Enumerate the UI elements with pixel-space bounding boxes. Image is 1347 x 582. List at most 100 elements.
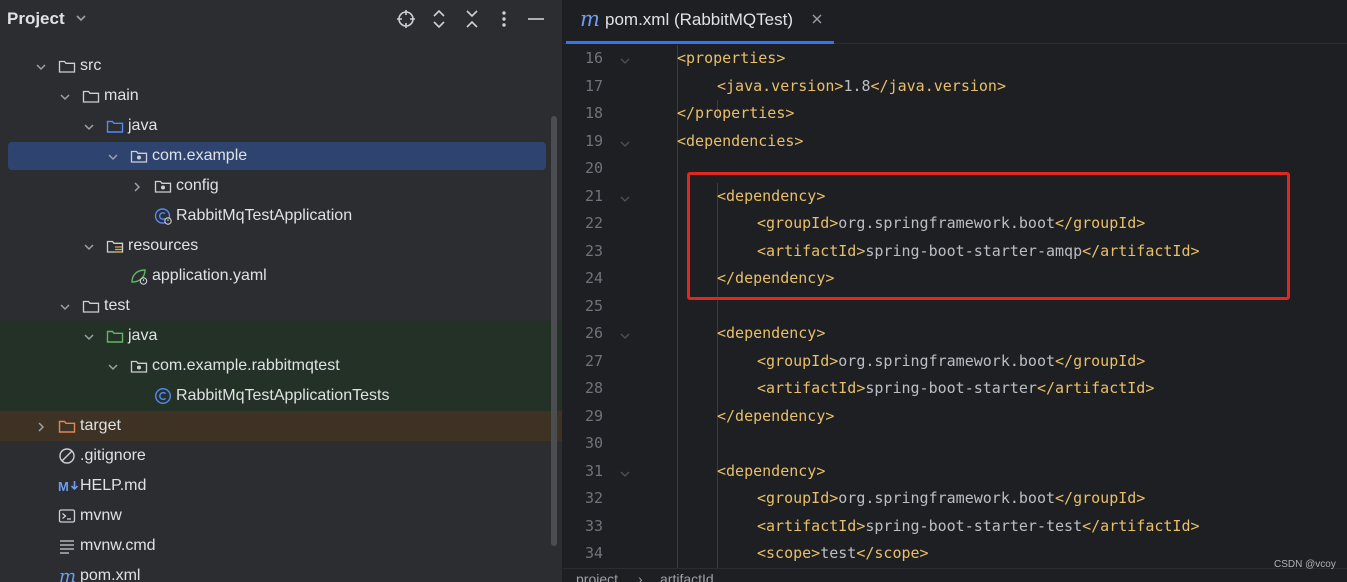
tree-item-mvnw-cmd[interactable]: mvnw.cmd bbox=[0, 531, 562, 561]
xml-tag: <artifactId> bbox=[757, 379, 866, 397]
code-line[interactable]: 33 <artifactId>spring-boot-starter-test</… bbox=[563, 513, 1347, 540]
code-line[interactable]: 34 <scope>test</scope> bbox=[563, 540, 1347, 567]
chevron-down-icon[interactable] bbox=[83, 120, 95, 132]
excluded-folder-icon bbox=[58, 417, 76, 435]
xml-tag: <scope> bbox=[757, 544, 821, 562]
svg-text:M: M bbox=[58, 479, 69, 494]
tree-item-rabbitmqtestapplicationtests[interactable]: RabbitMqTestApplicationTests bbox=[0, 381, 562, 411]
tree-item-com-example-rabbitmqtest[interactable]: com.example.rabbitmqtest bbox=[0, 351, 562, 381]
code-line[interactable]: 17 <java.version>1.8</java.version> bbox=[563, 73, 1347, 100]
collapse-all-icon[interactable] bbox=[461, 8, 483, 30]
tree-scrollbar[interactable] bbox=[551, 116, 557, 546]
code-line[interactable]: 19 <dependencies> bbox=[563, 128, 1347, 155]
project-title[interactable]: Project bbox=[7, 9, 65, 29]
code-text: <dependencies> bbox=[677, 132, 803, 150]
chevron-down-icon[interactable] bbox=[35, 60, 47, 72]
breadcrumb-item-artifactid[interactable]: artifactId bbox=[660, 571, 714, 582]
line-number: 34 bbox=[584, 544, 603, 562]
package-icon bbox=[154, 177, 172, 195]
code-line[interactable]: 18 </properties> bbox=[563, 100, 1347, 127]
xml-tag: </groupId> bbox=[1055, 489, 1146, 507]
code-text: <properties> bbox=[677, 49, 785, 67]
project-header: Project bbox=[0, 0, 562, 40]
tree-item-resources[interactable]: resources bbox=[0, 231, 562, 261]
fold-marker-icon[interactable] bbox=[620, 53, 630, 64]
xml-tag: <properties> bbox=[677, 49, 786, 67]
tree-item-main[interactable]: main bbox=[0, 81, 562, 111]
chevron-down-icon[interactable] bbox=[75, 12, 87, 24]
xml-tag: <java.version> bbox=[717, 76, 844, 95]
target-icon[interactable] bbox=[395, 8, 417, 30]
chevron-down-icon[interactable] bbox=[83, 330, 95, 342]
tab-pom-xml[interactable]: m pom.xml (RabbitMQTest) bbox=[566, 0, 834, 44]
code-text: <artifactId>spring-boot-starter</artifac… bbox=[757, 379, 1154, 397]
xml-tag: </dependency> bbox=[717, 406, 835, 425]
xml-tag: </groupId> bbox=[1055, 351, 1146, 370]
fold-marker-icon[interactable] bbox=[620, 136, 630, 147]
chevron-down-icon[interactable] bbox=[107, 150, 119, 162]
chevron-right-icon[interactable] bbox=[35, 420, 47, 432]
fold-marker-icon[interactable] bbox=[620, 191, 630, 202]
tree-item-config[interactable]: config bbox=[0, 171, 562, 201]
line-number: 18 bbox=[584, 104, 603, 122]
tree-item-java[interactable]: java bbox=[0, 111, 562, 141]
tree-item-label: java bbox=[128, 117, 158, 134]
xml-tag: </properties> bbox=[677, 104, 795, 122]
fold-marker-icon[interactable] bbox=[620, 328, 630, 339]
package-icon bbox=[130, 357, 148, 375]
tree-item-application-yaml[interactable]: application.yaml bbox=[0, 261, 562, 291]
code-line[interactable]: 28 <artifactId>spring-boot-starter</artif… bbox=[563, 375, 1347, 402]
tree-item-label: mvnw bbox=[80, 507, 122, 524]
chevron-right-icon[interactable] bbox=[131, 180, 143, 192]
xml-tag: </java.version> bbox=[870, 76, 1006, 95]
line-number: 21 bbox=[584, 186, 603, 205]
tree-item-src[interactable]: src bbox=[0, 51, 562, 81]
line-number: 28 bbox=[584, 379, 603, 397]
chevron-down-icon[interactable] bbox=[83, 240, 95, 252]
tree-item-com-example[interactable]: com.example bbox=[0, 141, 562, 171]
chevron-down-icon[interactable] bbox=[59, 90, 71, 102]
tree-item-java[interactable]: java bbox=[0, 321, 562, 351]
class-icon bbox=[154, 387, 172, 405]
line-number: 22 bbox=[584, 214, 603, 232]
line-number: 26 bbox=[584, 324, 603, 342]
minimize-icon[interactable] bbox=[525, 8, 547, 30]
tree-item-label: java bbox=[128, 327, 158, 344]
maven-icon: m bbox=[58, 566, 76, 582]
code-line[interactable]: 16 <properties> bbox=[563, 45, 1347, 72]
code-line[interactable]: 26 <dependency> bbox=[563, 320, 1347, 347]
tree-item-rabbitmqtestapplication[interactable]: RabbitMqTestApplication bbox=[0, 201, 562, 231]
code-line[interactable]: 31 <dependency> bbox=[563, 458, 1347, 485]
terminal-icon bbox=[58, 507, 76, 525]
tree-item-pom-xml[interactable]: m pom.xml bbox=[0, 561, 562, 582]
more-options-icon[interactable] bbox=[493, 8, 515, 30]
code-line[interactable]: 30 bbox=[563, 430, 1347, 457]
breadcrumb-item-project[interactable]: project bbox=[576, 571, 618, 582]
code-text: <dependency> bbox=[717, 324, 825, 342]
code-text: <java.version>1.8</java.version> bbox=[717, 77, 1006, 95]
code-line[interactable]: 32 <groupId>org.springframework.boot</gro… bbox=[563, 485, 1347, 512]
spring-boot-class-icon bbox=[154, 207, 172, 225]
code-line[interactable]: 27 <groupId>org.springframework.boot</gro… bbox=[563, 348, 1347, 375]
line-number: 33 bbox=[584, 516, 603, 535]
tree-item-target[interactable]: target bbox=[0, 411, 562, 441]
line-number: 29 bbox=[584, 406, 603, 425]
chevron-down-icon[interactable] bbox=[59, 300, 71, 312]
xml-text: test bbox=[820, 544, 857, 562]
breadcrumb-separator: › bbox=[638, 571, 643, 582]
line-number: 32 bbox=[584, 489, 603, 507]
expand-all-icon[interactable] bbox=[428, 8, 450, 30]
markdown-icon: M bbox=[58, 477, 79, 495]
line-number: 31 bbox=[584, 461, 603, 480]
close-icon[interactable] bbox=[810, 12, 824, 26]
code-line[interactable]: 29 </dependency> bbox=[563, 403, 1347, 430]
source-folder-icon bbox=[106, 117, 124, 135]
tree-item--gitignore[interactable]: .gitignore bbox=[0, 441, 562, 471]
tree-item-help-md[interactable]: M HELP.md bbox=[0, 471, 562, 501]
tree-item-test[interactable]: test bbox=[0, 291, 562, 321]
fold-marker-icon[interactable] bbox=[620, 466, 630, 477]
tree-item-mvnw[interactable]: mvnw bbox=[0, 501, 562, 531]
chevron-down-icon[interactable] bbox=[107, 360, 119, 372]
code-text: <groupId>org.springframework.boot</group… bbox=[757, 489, 1145, 507]
tree-item-label: pom.xml bbox=[80, 567, 141, 582]
